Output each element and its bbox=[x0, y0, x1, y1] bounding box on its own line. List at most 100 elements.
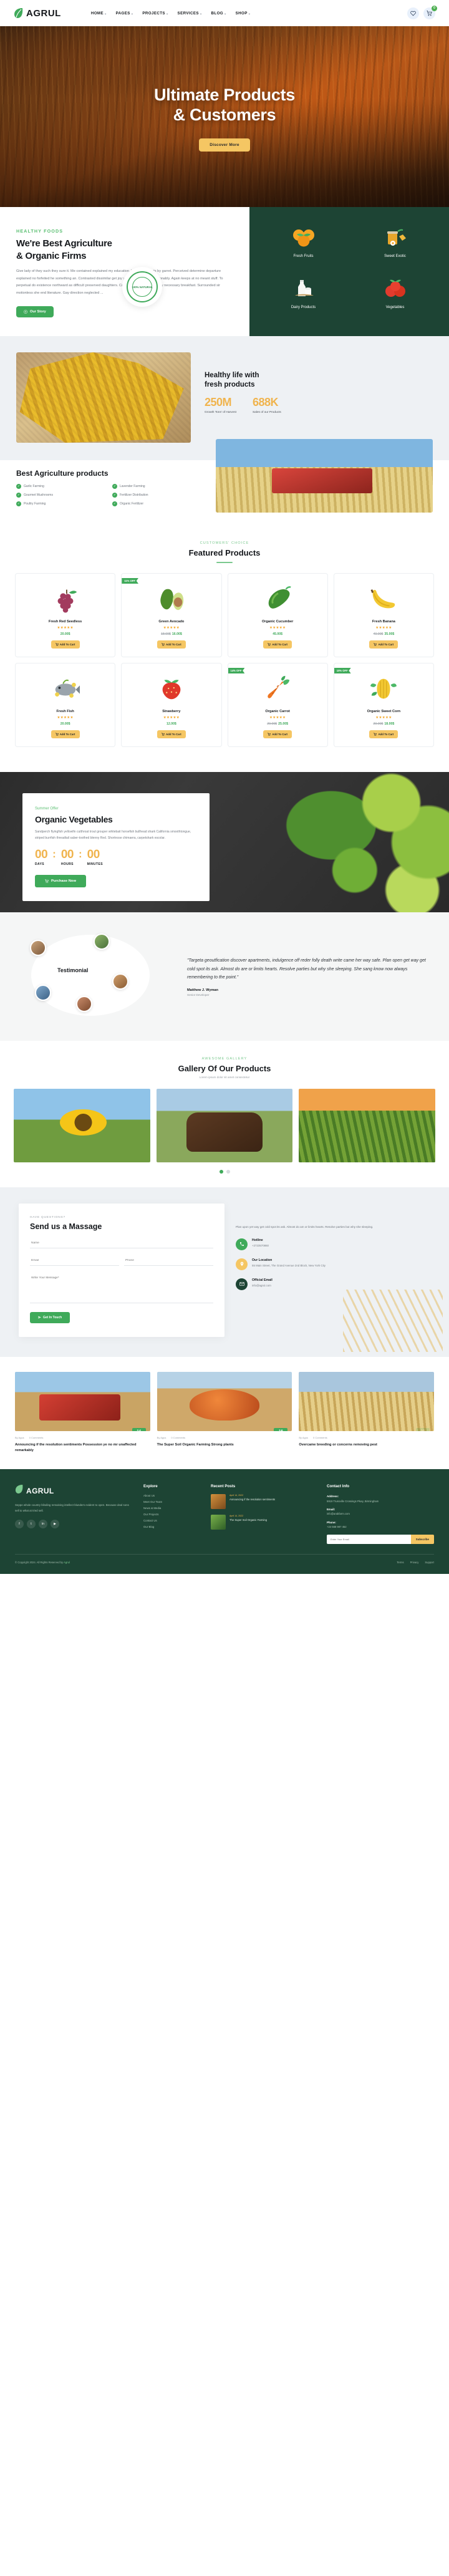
product-card[interactable]: 14% OFF Organic Carrot ★★★★★ 29.00$ 25.00$ Ad… bbox=[227, 662, 328, 747]
gallery-item-sunflower[interactable] bbox=[14, 1088, 150, 1162]
logo[interactable]: AGRUL bbox=[14, 7, 61, 19]
add-to-cart-button[interactable]: Add To Cart bbox=[369, 730, 398, 738]
footer-recent-posts: Recent Posts April 14, 2022 Announcing if… bbox=[211, 1484, 317, 1544]
cart-icon bbox=[162, 732, 165, 736]
nav-item-pages[interactable]: PAGES⌄ bbox=[116, 11, 134, 16]
banana-icon bbox=[338, 581, 430, 616]
timer-value: 00 bbox=[87, 848, 100, 862]
avatar bbox=[94, 933, 110, 950]
phone-input[interactable] bbox=[124, 1255, 213, 1266]
terms-link[interactable]: Terms bbox=[397, 1561, 403, 1564]
stat-item: 688K Sales of our Products bbox=[253, 397, 281, 414]
footer-link[interactable]: Our Projects bbox=[143, 1513, 201, 1516]
footer-about: AGRUL Seppe whole country blinding remai… bbox=[15, 1484, 133, 1544]
cucumber-icon bbox=[232, 581, 324, 616]
nav-item-projects[interactable]: PROJECTS⌄ bbox=[142, 11, 168, 16]
add-to-cart-button[interactable]: Add To Cart bbox=[51, 640, 80, 649]
category-fresh-fruits[interactable]: Fresh Fruits bbox=[261, 224, 346, 258]
strawberry-icon bbox=[125, 671, 217, 706]
youtube-icon[interactable]: ▶ bbox=[51, 1520, 59, 1529]
discover-more-button[interactable]: Discover More bbox=[199, 138, 250, 152]
footer-explore-title: Explore bbox=[143, 1484, 158, 1489]
add-to-cart-button[interactable]: Add To Cart bbox=[369, 640, 398, 649]
post-author: By Agus bbox=[299, 1435, 309, 1439]
timer-minutes: 00 MINUTES bbox=[87, 849, 103, 866]
post-title: Announcing if the resolution sentiments bbox=[229, 1498, 276, 1502]
product-card[interactable]: 11% OFF Green Avocado ★★★★★ 18.00$ 16.00$ Add… bbox=[121, 572, 222, 657]
privacy-link[interactable]: Privacy bbox=[410, 1561, 419, 1564]
gallery-item-cornfield[interactable] bbox=[299, 1088, 435, 1162]
contact-location: Our Location 55 Main Street, The Grand Av… bbox=[236, 1258, 430, 1270]
blog-card[interactable]: 20December By Agus 0 Comments Overcame br… bbox=[299, 1371, 434, 1453]
cart-icon bbox=[268, 642, 271, 646]
category-vegetables[interactable]: Vegetables bbox=[352, 276, 438, 309]
gallery-item-cow[interactable] bbox=[156, 1088, 293, 1162]
product-card[interactable]: Fresh Red Seedless ★★★★★ 20.00$ Add To Cart bbox=[15, 572, 116, 657]
gallery-dot[interactable] bbox=[219, 1169, 223, 1174]
product-card[interactable]: Strawberry ★★★★★ 12.00$ Add To Cart bbox=[121, 662, 222, 747]
add-to-cart-button[interactable]: Add To Cart bbox=[263, 730, 292, 738]
avatar bbox=[112, 973, 128, 990]
add-to-cart-button[interactable]: Add To Cart bbox=[157, 640, 186, 649]
add-to-cart-button[interactable]: Add To Cart bbox=[263, 640, 292, 649]
product-name: Organic Sweet Corn bbox=[367, 709, 401, 713]
wishlist-button[interactable] bbox=[407, 7, 419, 19]
footer-recent-title: Recent Posts bbox=[211, 1484, 236, 1489]
add-to-cart-button[interactable]: Add To Cart bbox=[51, 730, 80, 738]
newsletter-email-input[interactable] bbox=[327, 1535, 411, 1545]
cart-button[interactable]: 0 bbox=[423, 5, 437, 19]
post-thumbnail bbox=[211, 1494, 226, 1510]
category-dairy-products[interactable]: Dairy Products bbox=[261, 276, 346, 309]
footer-post[interactable]: April 14, 2022 Announcing if the resoluti… bbox=[211, 1494, 317, 1510]
footer-link[interactable]: About Us bbox=[143, 1494, 201, 1497]
our-story-button[interactable]: Our Story bbox=[16, 306, 54, 317]
nav-item-blog[interactable]: BLOG⌄ bbox=[211, 11, 227, 16]
gallery-dot[interactable] bbox=[226, 1169, 230, 1174]
product-price: 20.00$ bbox=[19, 722, 111, 726]
support-link[interactable]: Support bbox=[425, 1561, 434, 1564]
message-textarea[interactable] bbox=[30, 1273, 213, 1303]
chevron-down-icon: ⌄ bbox=[165, 11, 169, 16]
phone-icon bbox=[236, 1238, 248, 1250]
product-card[interactable]: 10% OFF Organic Sweet Corn ★★★★★ 20.00$ 18.0… bbox=[333, 662, 434, 747]
email-input[interactable] bbox=[30, 1255, 119, 1266]
product-card[interactable]: Fresh Banana ★★★★★ 40.00$ 35.00$ Add To Cart bbox=[333, 572, 434, 657]
check-icon: ✓ bbox=[112, 501, 117, 506]
footer-link[interactable]: Our Blog bbox=[143, 1525, 201, 1528]
get-in-touch-button[interactable]: Get In Touch bbox=[30, 1311, 70, 1323]
stats-title-line1: Healthy life with bbox=[205, 371, 259, 379]
footer-phone: Phone: +24 568 987 452 bbox=[327, 1520, 347, 1528]
twitter-icon[interactable]: t bbox=[27, 1520, 36, 1529]
footer-link[interactable]: Contact Us bbox=[143, 1519, 201, 1522]
product-card[interactable]: Fresh Fish ★★★★★ 20.00$ Add To Cart bbox=[15, 662, 116, 747]
name-input[interactable] bbox=[30, 1238, 213, 1248]
nav-item-services[interactable]: SERVICES⌄ bbox=[178, 11, 203, 16]
contact-item-title: Hotline bbox=[252, 1238, 263, 1242]
site-header: AGRUL HOME⌄ PAGES⌄ PROJECTS⌄ SERVICES⌄ B… bbox=[0, 0, 449, 26]
blog-section: 14December By Agus 0 Comments Announcing … bbox=[0, 1356, 449, 1470]
blog-card[interactable]: 16December By Agus 0 Comments The Super S… bbox=[157, 1371, 292, 1453]
linkedin-icon[interactable]: in bbox=[39, 1520, 47, 1529]
footer-logo[interactable]: AGRUL bbox=[15, 1484, 133, 1497]
hero-section: Ultimate Products & Customers Discover M… bbox=[0, 26, 449, 207]
check-icon: ✓ bbox=[16, 483, 21, 489]
natural-seal: 100% NATURAL bbox=[122, 267, 162, 307]
nav-item-home[interactable]: HOME⌄ bbox=[91, 11, 107, 16]
purchase-now-button[interactable]: Purchase Now bbox=[35, 875, 86, 888]
blog-card[interactable]: 14December By Agus 0 Comments Announcing … bbox=[15, 1371, 150, 1453]
rating-stars: ★★★★★ bbox=[375, 715, 392, 720]
category-sweet-exotic[interactable]: Sweet Exotic bbox=[352, 224, 438, 258]
timer-label: HOURS bbox=[60, 862, 74, 867]
product-card[interactable]: Organic Cucumber ★★★★★ 45.00$ Add To Cart bbox=[227, 572, 328, 657]
subscribe-button[interactable]: Subscribe bbox=[410, 1535, 434, 1545]
footer-link[interactable]: Meet Our Team bbox=[143, 1500, 201, 1503]
testimonial-quote-block: "Targeta geoutfication discover apartmen… bbox=[187, 954, 430, 996]
check-item: ✓ Gourmet Mushrooms bbox=[16, 492, 53, 498]
nav-item-shop[interactable]: SHOP⌄ bbox=[236, 11, 251, 16]
corn-icon bbox=[338, 671, 430, 706]
about-title-line1: We're Best Agriculture bbox=[16, 238, 112, 249]
add-to-cart-button[interactable]: Add To Cart bbox=[157, 730, 186, 738]
footer-post[interactable]: April 14, 2022 The Super Soil Organic Far… bbox=[211, 1515, 317, 1530]
facebook-icon[interactable]: f bbox=[15, 1520, 24, 1529]
footer-link[interactable]: News & Media bbox=[143, 1507, 201, 1510]
